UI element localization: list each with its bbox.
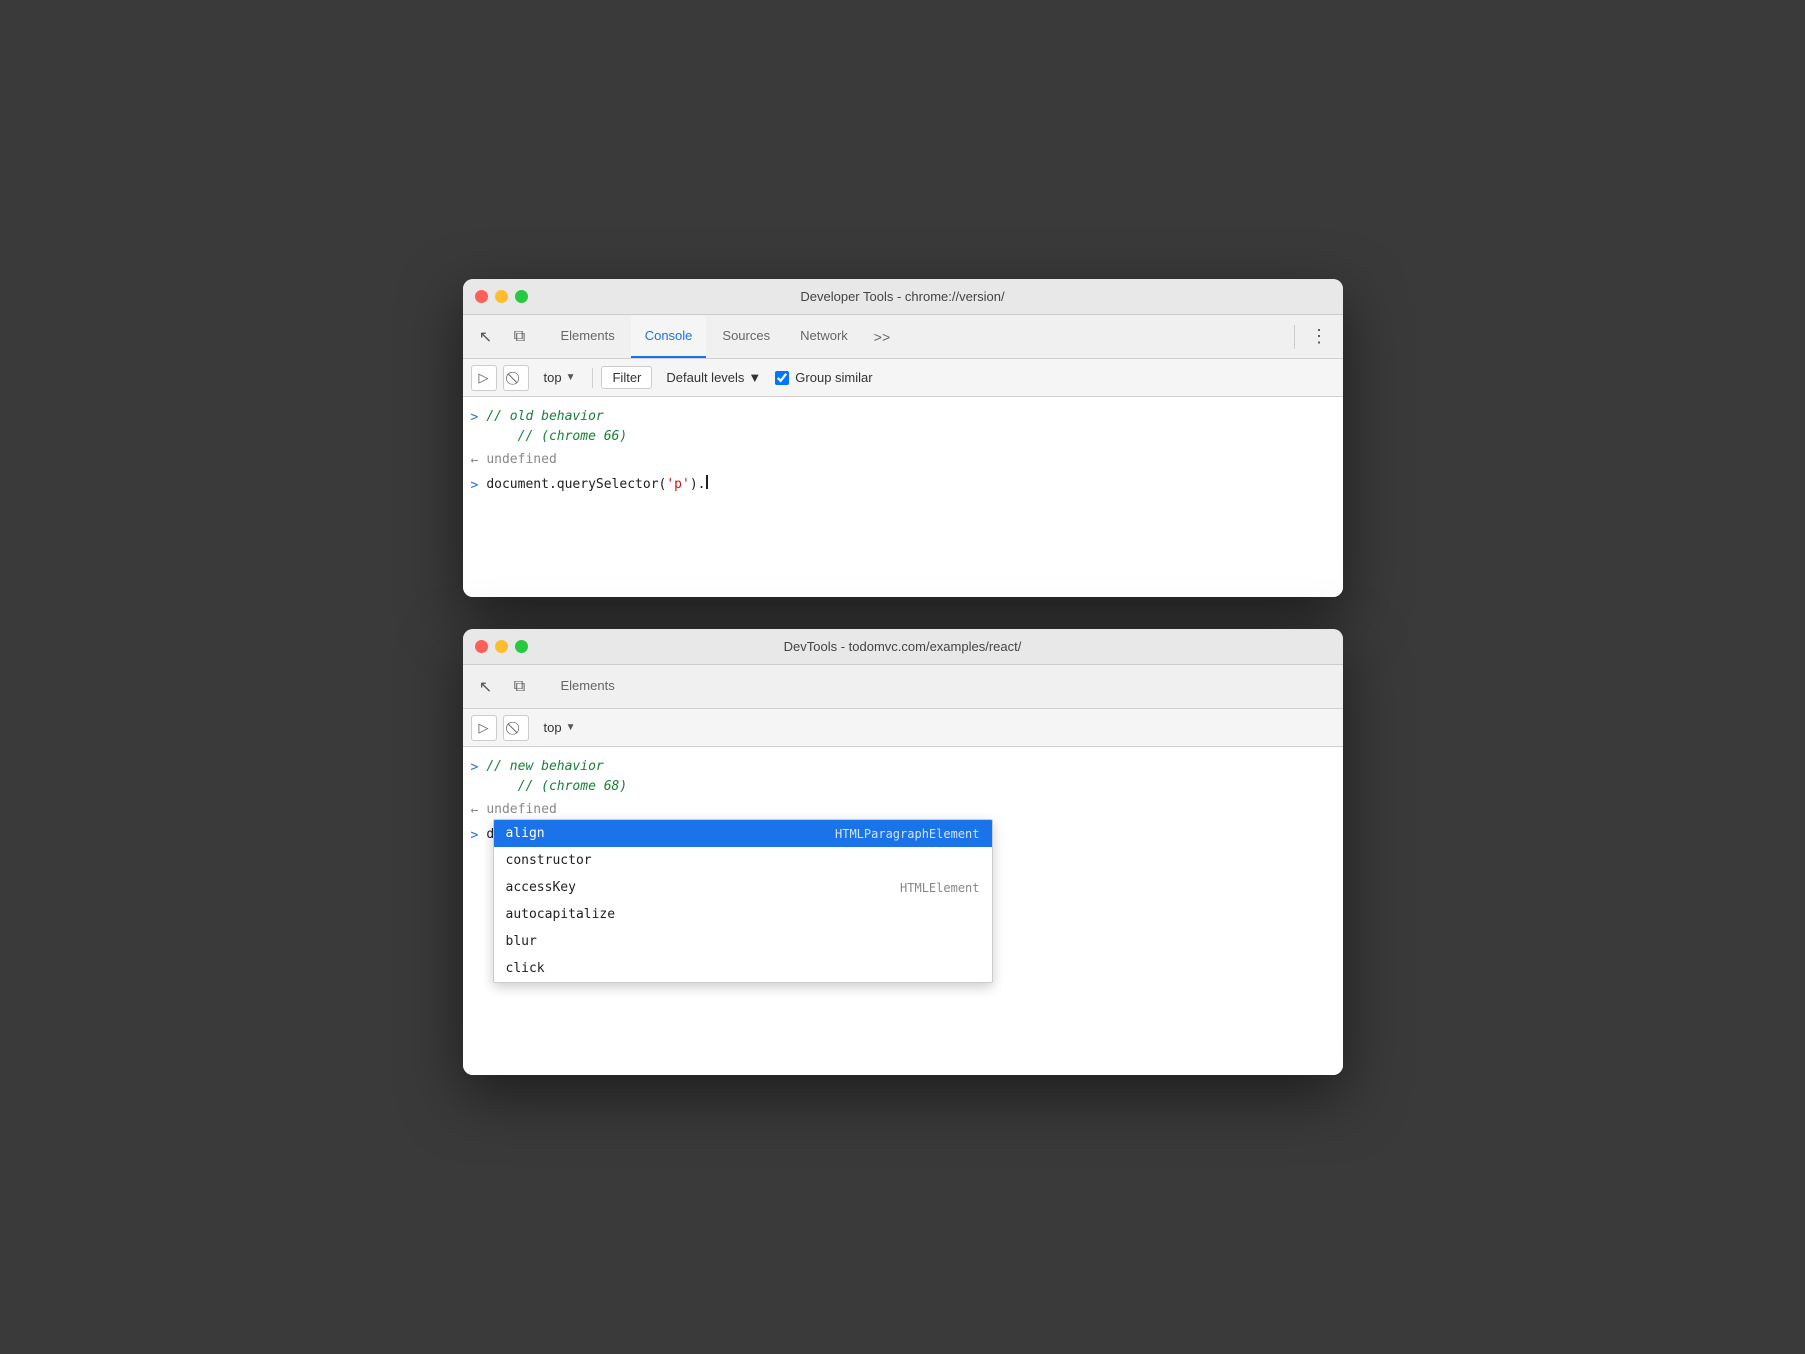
maximize-button-1[interactable]	[515, 290, 528, 303]
autocomplete-item-accesskey[interactable]: accessKey HTMLElement	[494, 874, 992, 901]
menu-button-1[interactable]: ⋮	[1305, 322, 1335, 352]
tab-network-1[interactable]: Network	[786, 315, 862, 358]
autocomplete-item-blur[interactable]: blur	[494, 928, 992, 955]
context-selector-2[interactable]: top ▼	[535, 716, 585, 739]
tab-bar-icons-2: ↖ ⧉	[471, 672, 535, 702]
context-label-1: top	[544, 370, 562, 385]
layers-icon-btn-2[interactable]: ⧉	[505, 672, 535, 702]
minimize-button-2[interactable]	[495, 640, 508, 653]
autocomplete-label-click: click	[506, 961, 545, 976]
autocomplete-label-autocapitalize: autocapitalize	[506, 907, 616, 922]
tab-separator-1	[1294, 325, 1295, 349]
context-arrow-1: ▼	[566, 372, 576, 383]
toolbar-sep-1	[592, 368, 593, 388]
return-value-1: undefined	[486, 450, 556, 470]
cursor-1	[706, 475, 708, 489]
layers-icon-2: ⧉	[514, 678, 525, 696]
autocomplete-item-click[interactable]: click	[494, 955, 992, 982]
layers-icon: ⧉	[514, 328, 525, 346]
levels-arrow-1: ▼	[748, 370, 761, 385]
block-button-2[interactable]: ⃠	[503, 715, 529, 741]
autocomplete-item-constructor[interactable]: constructor	[494, 847, 992, 874]
console-line-input-2: > // new behavior // (chrome 68)	[463, 755, 1343, 798]
line-arrow-return-1: ←	[471, 451, 479, 471]
devtools-window-1: Developer Tools - chrome://version/ ↖ ⧉ …	[463, 279, 1343, 597]
tab-bar-icons-1: ↖ ⧉	[471, 322, 535, 352]
window-controls-2	[475, 640, 528, 653]
console-toolbar-1: ▷ ⃠ top ▼ Filter Default levels ▼ Group …	[463, 359, 1343, 397]
execute-button-2[interactable]: ▷	[471, 715, 497, 741]
context-arrow-2: ▼	[566, 722, 576, 733]
cursor-icon-btn[interactable]: ↖	[471, 322, 501, 352]
filter-button-1[interactable]: Filter	[601, 366, 652, 389]
console-output-1: > // old behavior // (chrome 66) ← undef…	[463, 397, 1343, 597]
maximize-button-2[interactable]	[515, 640, 528, 653]
cursor-icon-btn-2[interactable]: ↖	[471, 672, 501, 702]
tab-elements-1[interactable]: Elements	[547, 315, 629, 358]
console-area-2: > // new behavior // (chrome 68) ← undef…	[463, 747, 1343, 1075]
close-button-2[interactable]	[475, 640, 488, 653]
block-button-1[interactable]: ⃠	[503, 365, 529, 391]
tab-elements-2[interactable]: Elements	[547, 665, 629, 708]
window-controls-1	[475, 290, 528, 303]
window-title-2: DevTools - todomvc.com/examples/react/	[784, 639, 1022, 654]
tab-bar-1: ↖ ⧉ Elements Console Sources Network >> …	[463, 315, 1343, 359]
line-arrow-2: >	[471, 758, 479, 778]
console-line-active-1[interactable]: > document.querySelector('p').	[463, 473, 1343, 498]
tab-sources-1[interactable]: Sources	[708, 315, 784, 358]
return-value-2: undefined	[486, 800, 556, 820]
tab-more-1[interactable]: >>	[866, 325, 898, 349]
execute-button-1[interactable]: ▷	[471, 365, 497, 391]
autocomplete-type-align: HTMLParagraphElement	[835, 827, 980, 841]
autocomplete-type-accesskey: HTMLElement	[900, 881, 979, 895]
line-arrow-return-2: ←	[471, 801, 479, 821]
autocomplete-item-autocapitalize[interactable]: autocapitalize	[494, 901, 992, 928]
group-similar-label-1[interactable]: Group similar	[775, 370, 872, 385]
tab-bar-2: ↖ ⧉ Elements	[463, 665, 1343, 709]
line-arrow-active-2: >	[471, 826, 479, 846]
cursor-icon-2: ↖	[479, 677, 492, 697]
devtools-window-2: DevTools - todomvc.com/examples/react/ ↖…	[463, 629, 1343, 1075]
autocomplete-label-accesskey: accessKey	[506, 880, 576, 895]
console-toolbar-2: ▷ ⃠ top ▼	[463, 709, 1343, 747]
context-selector-1[interactable]: top ▼	[535, 366, 585, 389]
title-bar-2: DevTools - todomvc.com/examples/react/	[463, 629, 1343, 665]
title-bar-1: Developer Tools - chrome://version/	[463, 279, 1343, 315]
code-comment-2: // new behavior // (chrome 68)	[486, 757, 627, 796]
more-vert-icon-1: ⋮	[1310, 326, 1329, 347]
minimize-button-1[interactable]	[495, 290, 508, 303]
code-comment-1: // old behavior // (chrome 66)	[486, 407, 627, 446]
autocomplete-item-align[interactable]: align HTMLParagraphElement	[494, 820, 992, 847]
autocomplete-dropdown: align HTMLParagraphElement constructor a…	[493, 819, 993, 983]
autocomplete-label-constructor: constructor	[506, 853, 592, 868]
line-arrow-1: >	[471, 408, 479, 428]
tab-console-1[interactable]: Console	[631, 315, 707, 358]
execute-icon-2: ▷	[479, 720, 489, 736]
close-button-1[interactable]	[475, 290, 488, 303]
code-text-1: document.querySelector('p').	[486, 475, 705, 495]
line-arrow-active-1: >	[471, 476, 479, 496]
console-line-return-1: ← undefined	[463, 448, 1343, 473]
console-line-input-1: > // old behavior // (chrome 66)	[463, 405, 1343, 448]
group-similar-checkbox-1[interactable]	[775, 371, 789, 385]
cursor-icon: ↖	[479, 327, 492, 347]
context-label-2: top	[544, 720, 562, 735]
layers-icon-btn[interactable]: ⧉	[505, 322, 535, 352]
execute-icon-1: ▷	[479, 370, 489, 386]
default-levels-1[interactable]: Default levels ▼	[658, 367, 769, 388]
window-title-1: Developer Tools - chrome://version/	[800, 289, 1004, 304]
autocomplete-label-blur: blur	[506, 934, 537, 949]
autocomplete-label-align: align	[506, 826, 545, 841]
